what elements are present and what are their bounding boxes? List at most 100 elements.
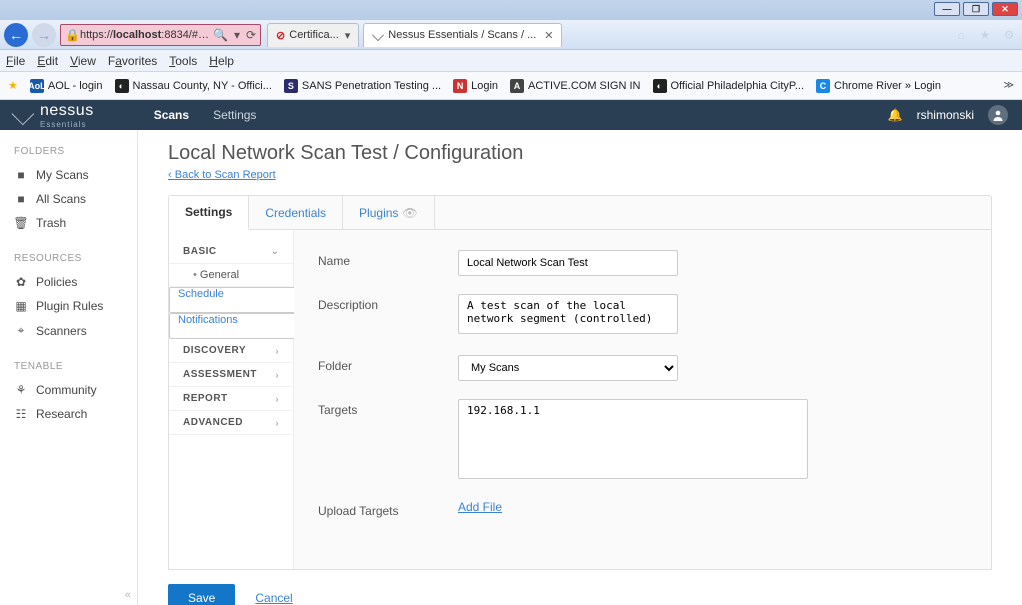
username[interactable]: rshimonski xyxy=(917,108,974,122)
search-dropdown-icon[interactable]: ▾ xyxy=(234,28,240,42)
nessus-logo-icon xyxy=(12,103,35,126)
favorite-3[interactable]: NLogin xyxy=(453,79,498,93)
favorite-label: Chrome River » Login xyxy=(834,80,941,92)
lm-basic[interactable]: BASIC⌄ xyxy=(169,240,293,264)
notifications-bell-icon[interactable]: 🔔 xyxy=(888,108,903,122)
cert-error-icon: ⊘ xyxy=(276,29,285,42)
settings-form: Name Description A test scan of the loca… xyxy=(294,230,991,569)
eye-icon: 👁 xyxy=(402,206,417,220)
menu-edit[interactable]: Edit xyxy=(37,54,58,68)
sidebar-folder-label: All Scans xyxy=(36,192,86,206)
tab-close-icon[interactable]: ✕ xyxy=(544,29,553,42)
browser-tab-nessus[interactable]: Nessus Essentials / Scans / ... ✕ xyxy=(363,23,562,47)
sidebar-resource-label: Policies xyxy=(36,275,77,289)
url-scheme: https:// xyxy=(80,29,113,41)
search-icon[interactable]: 🔍 xyxy=(213,28,228,42)
sidebar-resource-2[interactable]: ⌖Scanners xyxy=(0,318,137,343)
back-link[interactable]: Back to Scan Report xyxy=(168,169,276,181)
nessus-favicon xyxy=(372,29,384,41)
menu-file[interactable]: File xyxy=(6,54,25,68)
favorite-0[interactable]: AoLAOL - login xyxy=(30,79,103,93)
favorite-6[interactable]: C Chrome River » Login xyxy=(816,79,941,93)
nessus-tab-label: Nessus Essentials / Scans / ... xyxy=(388,29,536,41)
tools-gear-icon[interactable]: ⚙ xyxy=(1000,26,1018,44)
menu-tools[interactable]: Tools xyxy=(169,54,197,68)
config-tabs: Settings Credentials Plugins 👁 xyxy=(168,195,992,230)
input-name[interactable] xyxy=(458,250,678,276)
url-host: localhost xyxy=(113,29,161,41)
sidebar-folder-1[interactable]: ■ All Scans xyxy=(0,187,137,211)
address-bar[interactable]: 🔒 https://localhost:8834/#… 🔍 ▾ ⟳ xyxy=(60,24,261,46)
tab-credentials[interactable]: Credentials xyxy=(249,196,343,229)
favorite-label: SANS Penetration Testing ... xyxy=(302,80,441,92)
window-minimize-button[interactable]: — xyxy=(934,2,960,16)
nav-scans[interactable]: Scans xyxy=(154,108,189,122)
sidebar-resource-label: Plugin Rules xyxy=(36,299,103,313)
tab-plugins[interactable]: Plugins 👁 xyxy=(343,196,435,229)
cancel-button[interactable]: Cancel xyxy=(255,591,292,605)
lm-advanced[interactable]: ADVANCED› xyxy=(169,411,293,435)
sidebar-group-tenable: TENABLE xyxy=(0,357,137,378)
sidebar-tenable-label: Research xyxy=(36,407,87,421)
sidebar-tenable-1[interactable]: ☷Research xyxy=(0,402,137,426)
sidebar-folder-label: My Scans xyxy=(36,168,89,182)
refresh-icon[interactable]: ⟳ xyxy=(246,28,256,42)
menu-view[interactable]: View xyxy=(70,54,96,68)
tab-settings[interactable]: Settings xyxy=(169,196,249,230)
select-folder[interactable]: My Scans xyxy=(458,355,678,381)
url-path: :8834/#… xyxy=(161,29,209,41)
favorite-4[interactable]: AACTIVE.COM SIGN IN xyxy=(510,79,640,93)
input-targets[interactable]: 192.168.1.1 xyxy=(458,399,808,479)
favorite-5[interactable]: ◐Official Philadelphia CityP... xyxy=(653,79,805,93)
home-icon[interactable]: ⌂ xyxy=(952,26,970,44)
settings-left-menu: BASIC⌄ General Schedule Notifications DI… xyxy=(169,230,294,569)
sidebar-resource-icon: ▦ xyxy=(14,299,28,313)
favorite-1[interactable]: ◐Nassau County, NY - Offici... xyxy=(115,79,272,93)
favorite-2[interactable]: SSANS Penetration Testing ... xyxy=(284,79,441,93)
favorite-icon: AoL xyxy=(30,79,44,93)
window-maximize-button[interactable]: ❐ xyxy=(963,2,989,16)
sidebar-resource-icon: ⌖ xyxy=(14,323,28,338)
sidebar-folder-icon: 🗑 xyxy=(14,216,28,230)
cert-tab-dropdown[interactable]: ▾ xyxy=(345,29,351,42)
sidebar-folder-icon: ■ xyxy=(14,192,28,206)
menu-favorites[interactable]: Favorites xyxy=(108,54,157,68)
sidebar-folder-label: Trash xyxy=(36,216,66,230)
favorites-overflow[interactable]: ≫ xyxy=(1004,80,1014,91)
label-folder: Folder xyxy=(318,355,458,373)
menu-help[interactable]: Help xyxy=(209,54,234,68)
sidebar-tenable-0[interactable]: ⚘Community xyxy=(0,378,137,402)
favorites-star-icon[interactable]: ★ xyxy=(976,26,994,44)
browser-toolbar: ← → 🔒 https://localhost:8834/#… 🔍 ▾ ⟳ ⊘ … xyxy=(0,20,1022,50)
favorite-icon: ◐ xyxy=(653,79,667,93)
sidebar-resource-0[interactable]: ✿ Policies xyxy=(0,270,137,294)
sidebar-collapse-icon[interactable]: « xyxy=(125,589,131,601)
sidebar-folder-0[interactable]: ■ My Scans xyxy=(0,163,137,187)
lm-assessment[interactable]: ASSESSMENT› xyxy=(169,363,293,387)
lm-discovery[interactable]: DISCOVERY› xyxy=(169,339,293,363)
app-logo[interactable]: nessus Essentials xyxy=(14,102,94,129)
browser-tab-cert-error[interactable]: ⊘ Certifica... ▾ xyxy=(267,23,359,47)
browser-menu-bar: File Edit View Favorites Tools Help xyxy=(0,50,1022,72)
user-avatar-icon[interactable] xyxy=(988,105,1008,125)
sidebar-folder-icon: ■ xyxy=(14,168,28,182)
product-edition: Essentials xyxy=(40,120,94,129)
save-button[interactable]: Save xyxy=(168,584,235,605)
sidebar-group-folders: FOLDERS xyxy=(0,142,137,163)
nav-settings[interactable]: Settings xyxy=(213,108,256,122)
sidebar-resource-icon: ✿ xyxy=(14,275,28,289)
link-add-file[interactable]: Add File xyxy=(458,500,502,514)
nav-forward-button[interactable]: → xyxy=(32,23,56,47)
input-description[interactable]: A test scan of the local network segment… xyxy=(458,294,678,334)
sidebar-folder-2[interactable]: 🗑 Trash xyxy=(0,211,137,235)
nav-back-button[interactable]: ← xyxy=(4,23,28,47)
lm-general[interactable]: General xyxy=(169,264,293,287)
favorite-icon: C xyxy=(816,79,830,93)
lm-report[interactable]: REPORT› xyxy=(169,387,293,411)
label-name: Name xyxy=(318,250,458,268)
main-content: Local Network Scan Test / Configuration … xyxy=(138,130,1022,605)
sidebar-tenable-icon: ⚘ xyxy=(14,383,28,397)
sidebar-resource-1[interactable]: ▦ Plugin Rules xyxy=(0,294,137,318)
window-close-button[interactable]: ✕ xyxy=(992,2,1018,16)
sidebar: FOLDERS ■My Scans■All Scans🗑Trash RESOUR… xyxy=(0,130,138,605)
